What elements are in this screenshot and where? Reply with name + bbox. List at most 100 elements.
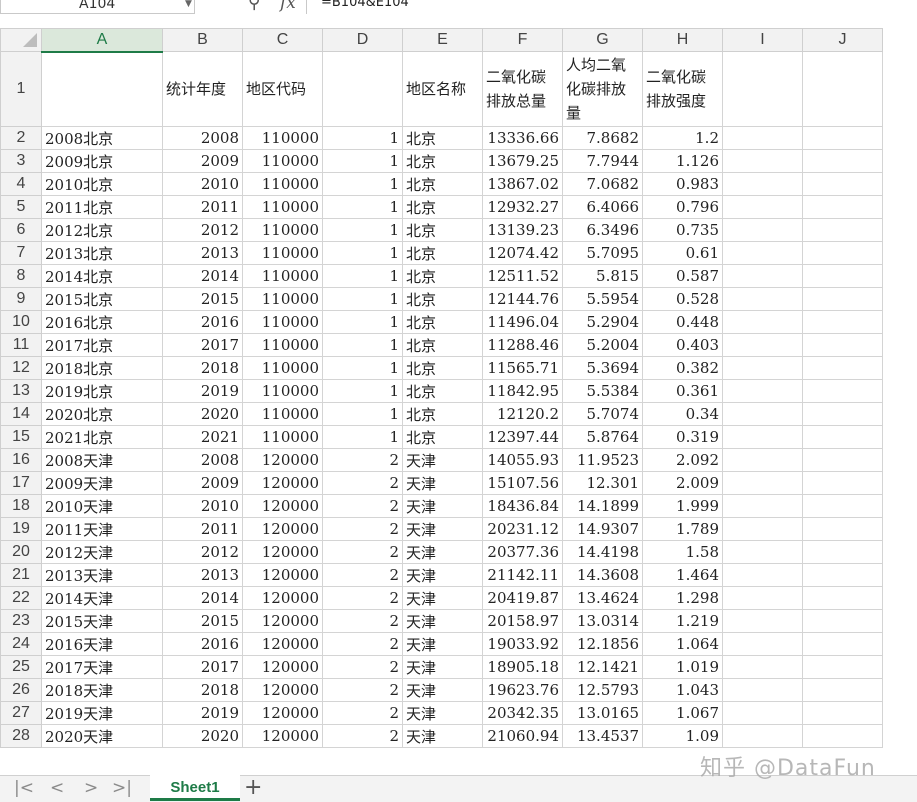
cell-j[interactable] — [802, 126, 883, 150]
row-header[interactable]: 18 — [0, 494, 42, 518]
cell-h[interactable]: 1.464 — [642, 563, 723, 587]
cell-e[interactable]: 北京 — [402, 402, 483, 426]
cell-h[interactable]: 1.09 — [642, 724, 723, 748]
row-header[interactable]: 17 — [0, 471, 42, 495]
cell-e[interactable]: 北京 — [402, 287, 483, 311]
last-sheet-icon[interactable]: >| — [112, 778, 132, 798]
cell-f[interactable]: 20158.97 — [482, 609, 563, 633]
row-header[interactable]: 7 — [0, 241, 42, 265]
cell-i[interactable] — [722, 586, 803, 610]
cell-a[interactable]: 2020天津 — [41, 724, 163, 748]
cell-d[interactable]: 1 — [322, 126, 403, 150]
cell-c[interactable]: 120000 — [242, 655, 323, 679]
header-cell[interactable]: 二氧化碳排放强度 — [642, 51, 723, 127]
cell-b[interactable]: 2017 — [162, 655, 243, 679]
cell-c[interactable]: 110000 — [242, 241, 323, 265]
cell-g[interactable]: 14.9307 — [562, 517, 643, 541]
cell-c[interactable]: 110000 — [242, 333, 323, 357]
cell-e[interactable]: 北京 — [402, 149, 483, 173]
cell-b[interactable]: 2011 — [162, 195, 243, 219]
cell-e[interactable]: 北京 — [402, 379, 483, 403]
header-cell[interactable]: 地区名称 — [402, 51, 483, 127]
row-header[interactable]: 25 — [0, 655, 42, 679]
cell-b[interactable]: 2016 — [162, 310, 243, 334]
name-box[interactable]: A104 ▼ — [0, 0, 195, 14]
cell-h[interactable]: 0.528 — [642, 287, 723, 311]
cell-i[interactable] — [722, 471, 803, 495]
cell-f[interactable]: 20377.36 — [482, 540, 563, 564]
cell-b[interactable]: 2021 — [162, 425, 243, 449]
cell-j[interactable] — [802, 264, 883, 288]
cell-d[interactable]: 1 — [322, 149, 403, 173]
cell-f[interactable]: 12120.2 — [482, 402, 563, 426]
cell-e[interactable]: 天津 — [402, 701, 483, 725]
cell-f[interactable]: 15107.56 — [482, 471, 563, 495]
cell-d[interactable]: 2 — [322, 494, 403, 518]
cell-f[interactable]: 18905.18 — [482, 655, 563, 679]
cell-a[interactable]: 2012天津 — [41, 540, 163, 564]
cell-h[interactable]: 0.983 — [642, 172, 723, 196]
header-cell[interactable] — [322, 51, 403, 127]
column-header-c[interactable]: C — [242, 28, 323, 52]
cell-a[interactable]: 2016北京 — [41, 310, 163, 334]
header-cell[interactable]: 人均二氧化碳排放量 — [562, 51, 643, 127]
cell-j[interactable] — [802, 701, 883, 725]
header-cell[interactable] — [802, 51, 883, 127]
cell-c[interactable]: 120000 — [242, 678, 323, 702]
column-header-a[interactable]: A — [41, 28, 163, 53]
cell-a[interactable]: 2019北京 — [41, 379, 163, 403]
cell-e[interactable]: 天津 — [402, 540, 483, 564]
cell-h[interactable]: 1.219 — [642, 609, 723, 633]
cell-d[interactable]: 2 — [322, 540, 403, 564]
column-header-f[interactable]: F — [482, 28, 563, 52]
prev-sheet-icon[interactable]: < — [50, 778, 64, 798]
cell-f[interactable]: 11842.95 — [482, 379, 563, 403]
cell-a[interactable]: 2016天津 — [41, 632, 163, 656]
cell-e[interactable]: 北京 — [402, 172, 483, 196]
cell-f[interactable]: 20342.35 — [482, 701, 563, 725]
row-header[interactable]: 2 — [0, 126, 42, 150]
cell-b[interactable]: 2020 — [162, 724, 243, 748]
cell-i[interactable] — [722, 724, 803, 748]
row-header[interactable]: 23 — [0, 609, 42, 633]
cell-d[interactable]: 1 — [322, 195, 403, 219]
cell-a[interactable]: 2012北京 — [41, 218, 163, 242]
cell-g[interactable]: 12.1856 — [562, 632, 643, 656]
cell-e[interactable]: 天津 — [402, 632, 483, 656]
cell-e[interactable]: 天津 — [402, 655, 483, 679]
cell-b[interactable]: 2008 — [162, 126, 243, 150]
cell-g[interactable]: 13.4624 — [562, 586, 643, 610]
cell-g[interactable]: 12.1421 — [562, 655, 643, 679]
column-header-b[interactable]: B — [162, 28, 243, 52]
cell-d[interactable]: 1 — [322, 287, 403, 311]
cell-b[interactable]: 2012 — [162, 218, 243, 242]
cell-j[interactable] — [802, 402, 883, 426]
cell-b[interactable]: 2015 — [162, 609, 243, 633]
cell-i[interactable] — [722, 517, 803, 541]
cell-j[interactable] — [802, 655, 883, 679]
cell-j[interactable] — [802, 448, 883, 472]
cell-b[interactable]: 2020 — [162, 402, 243, 426]
cell-c[interactable]: 110000 — [242, 195, 323, 219]
cell-j[interactable] — [802, 471, 883, 495]
cell-c[interactable]: 110000 — [242, 425, 323, 449]
cell-g[interactable]: 14.3608 — [562, 563, 643, 587]
cell-c[interactable]: 120000 — [242, 494, 323, 518]
cell-c[interactable]: 110000 — [242, 264, 323, 288]
cell-g[interactable]: 14.4198 — [562, 540, 643, 564]
cell-a[interactable]: 2015北京 — [41, 287, 163, 311]
cell-e[interactable]: 北京 — [402, 241, 483, 265]
row-header[interactable]: 20 — [0, 540, 42, 564]
cell-j[interactable] — [802, 379, 883, 403]
cell-d[interactable]: 1 — [322, 264, 403, 288]
column-header-j[interactable]: J — [802, 28, 883, 52]
cell-c[interactable]: 120000 — [242, 586, 323, 610]
cell-h[interactable]: 0.587 — [642, 264, 723, 288]
cell-e[interactable]: 天津 — [402, 563, 483, 587]
cell-h[interactable]: 0.34 — [642, 402, 723, 426]
cell-h[interactable]: 2.092 — [642, 448, 723, 472]
cell-b[interactable]: 2015 — [162, 287, 243, 311]
cell-b[interactable]: 2010 — [162, 494, 243, 518]
cell-c[interactable]: 120000 — [242, 724, 323, 748]
cell-f[interactable]: 20419.87 — [482, 586, 563, 610]
